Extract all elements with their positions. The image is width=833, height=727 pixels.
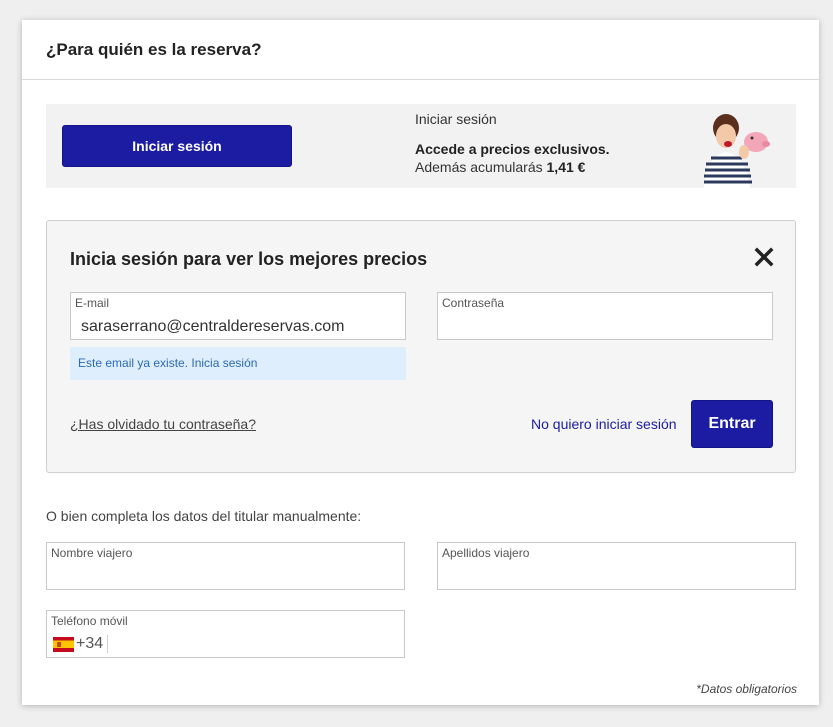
first-name-label: Nombre viajero	[51, 546, 133, 560]
email-field[interactable]: E-mail saraserrano@centraldereservas.com	[70, 292, 406, 340]
last-name-label: Apellidos viajero	[442, 546, 530, 560]
login-panel: Inicia sesión para ver los mejores preci…	[46, 220, 796, 473]
required-fields-note: *Datos obligatorios	[696, 682, 797, 696]
promo-amount: 1,41 €	[546, 159, 586, 175]
close-icon[interactable]	[753, 246, 775, 268]
phone-prefix: +34	[76, 635, 104, 652]
phone-label: Teléfono móvil	[51, 614, 128, 628]
enter-button[interactable]: Entrar	[691, 400, 773, 448]
skip-login-link[interactable]: No quiero iniciar sesión	[531, 416, 677, 432]
manual-entry-label: O bien completa los datos del titular ma…	[46, 508, 362, 524]
phone-field[interactable]: Teléfono móvil +34	[46, 610, 405, 658]
login-panel-title: Inicia sesión para ver los mejores preci…	[70, 249, 428, 269]
login-promo-banner: Iniciar sesión Iniciar sesión Accede a p…	[46, 104, 796, 188]
email-label: E-mail	[75, 296, 110, 310]
spain-flag-icon	[53, 636, 74, 652]
promo-text: Iniciar sesión Accede a precios exclusiv…	[415, 111, 610, 175]
prefix-divider	[107, 635, 109, 653]
page-title: ¿Para quién es la reserva?	[46, 40, 262, 59]
email-exists-hint[interactable]: Este email ya existe. Inicia sesión	[70, 347, 406, 380]
promo-small-title: Iniciar sesión	[415, 111, 497, 127]
first-name-field[interactable]: Nombre viajero	[46, 542, 405, 590]
email-value[interactable]: saraserrano@centraldereservas.com	[81, 318, 344, 336]
forgot-password-link[interactable]: ¿Has olvidado tu contraseña?	[70, 416, 256, 432]
promo-accumulate-text: Además acumularás	[415, 159, 543, 175]
promo-login-button[interactable]: Iniciar sesión	[62, 125, 292, 167]
password-field[interactable]: Contraseña	[437, 292, 773, 340]
phone-prefix-selector[interactable]: +34	[53, 635, 109, 653]
card-header: ¿Para quién es la reserva?	[22, 20, 819, 80]
promo-accumulate-line: Además acumularás 1,41 €	[415, 159, 610, 175]
promo-headline: Accede a precios exclusivos.	[415, 141, 610, 157]
last-name-field[interactable]: Apellidos viajero	[437, 542, 796, 590]
password-label: Contraseña	[442, 296, 505, 310]
woman-with-piggy-bank-illustration	[704, 114, 770, 188]
booking-card: ¿Para quién es la reserva? Iniciar sesió…	[22, 20, 819, 705]
